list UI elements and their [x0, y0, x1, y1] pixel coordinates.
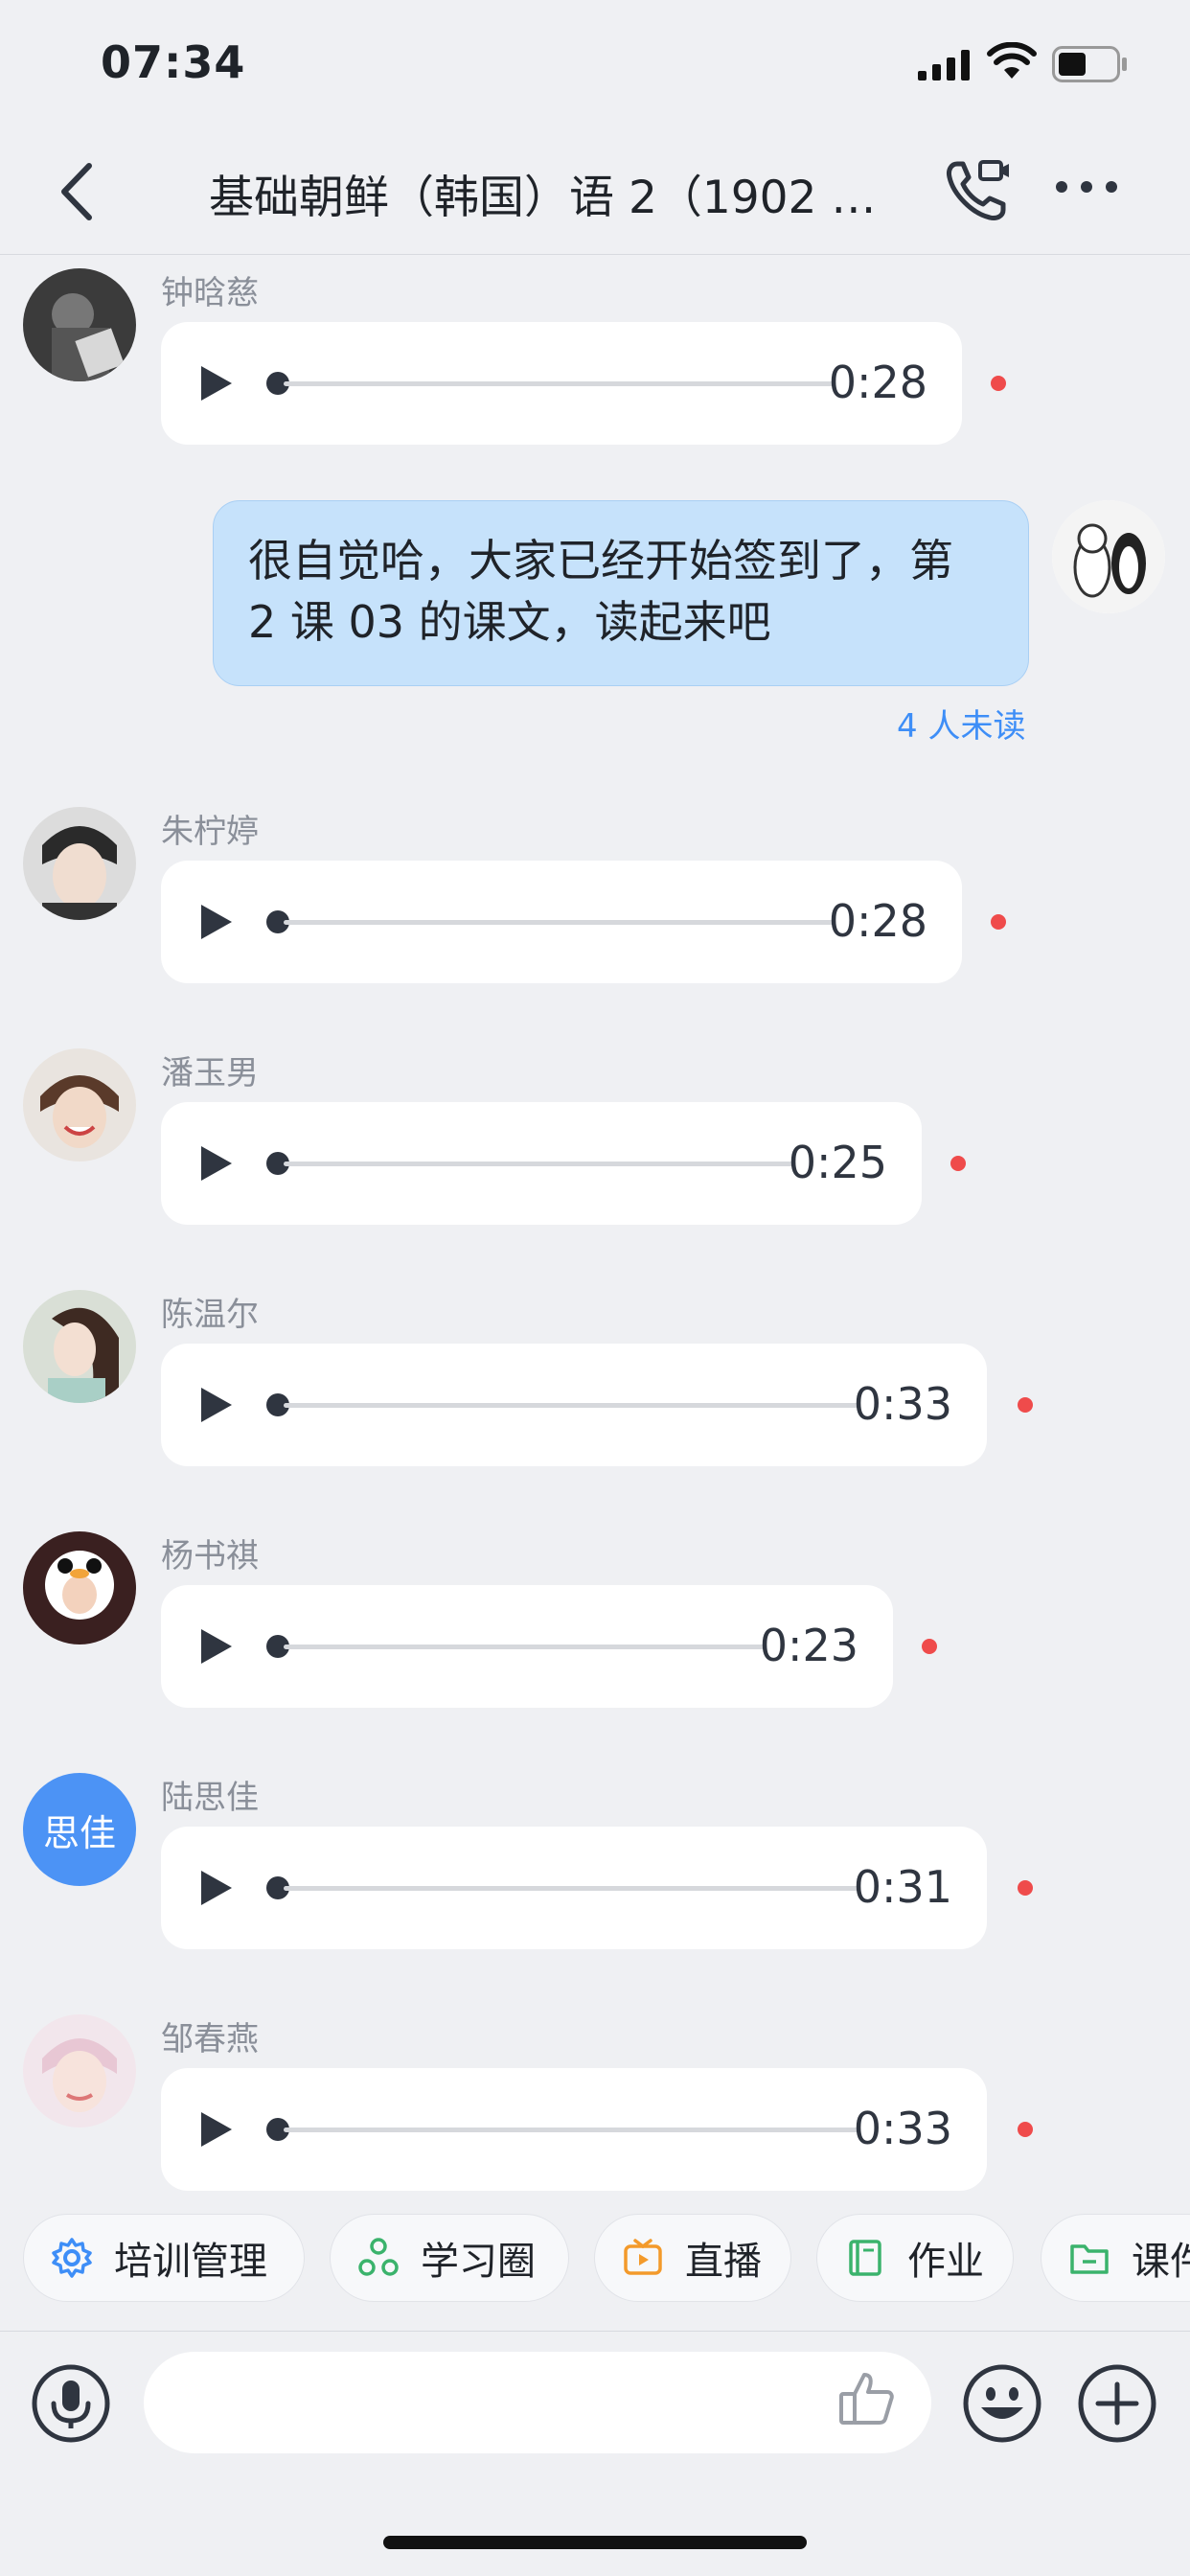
- quick-tools-bar: 培训管理 学习圈 直播 作业 课件: [0, 2189, 1190, 2332]
- tv-play-icon: [624, 2239, 662, 2275]
- tool-courseware[interactable]: 课件: [1041, 2214, 1190, 2302]
- tool-homework[interactable]: 作业: [816, 2214, 1014, 2302]
- tool-live[interactable]: 直播: [594, 2214, 791, 2302]
- play-icon[interactable]: [199, 2110, 234, 2149]
- gear-icon: [52, 2238, 92, 2278]
- unread-dot: [1018, 2122, 1033, 2137]
- plus-icon[interactable]: [1077, 2363, 1157, 2444]
- tool-label: 培训管理: [114, 2240, 267, 2284]
- message-clip: 邹春燕 0:33: [0, 0, 1190, 2195]
- message-input[interactable]: [144, 2352, 931, 2453]
- tool-label: 直播: [685, 2240, 762, 2284]
- voice-bubble[interactable]: 0:33: [161, 2068, 987, 2191]
- circles-icon: [358, 2238, 399, 2276]
- tool-study-circle[interactable]: 学习圈: [330, 2214, 569, 2302]
- tool-label: 课件: [1132, 2240, 1190, 2284]
- thumbs-up-icon[interactable]: [835, 2367, 899, 2430]
- emoji-icon[interactable]: [962, 2363, 1042, 2444]
- microphone-icon[interactable]: [31, 2363, 111, 2444]
- book-icon: [849, 2240, 881, 2276]
- avatar[interactable]: [23, 2014, 136, 2128]
- sender-name: 邹春燕: [161, 2020, 259, 2058]
- input-bar: [0, 2331, 1190, 2576]
- tool-label: 学习圈: [421, 2240, 536, 2284]
- folder-icon: [1070, 2244, 1109, 2274]
- tool-label: 作业: [907, 2240, 984, 2284]
- home-indicator: [383, 2536, 807, 2549]
- progress-track[interactable]: [284, 2128, 858, 2132]
- voice-duration: 0:33: [853, 2103, 952, 2154]
- tool-training-management[interactable]: 培训管理: [23, 2214, 305, 2302]
